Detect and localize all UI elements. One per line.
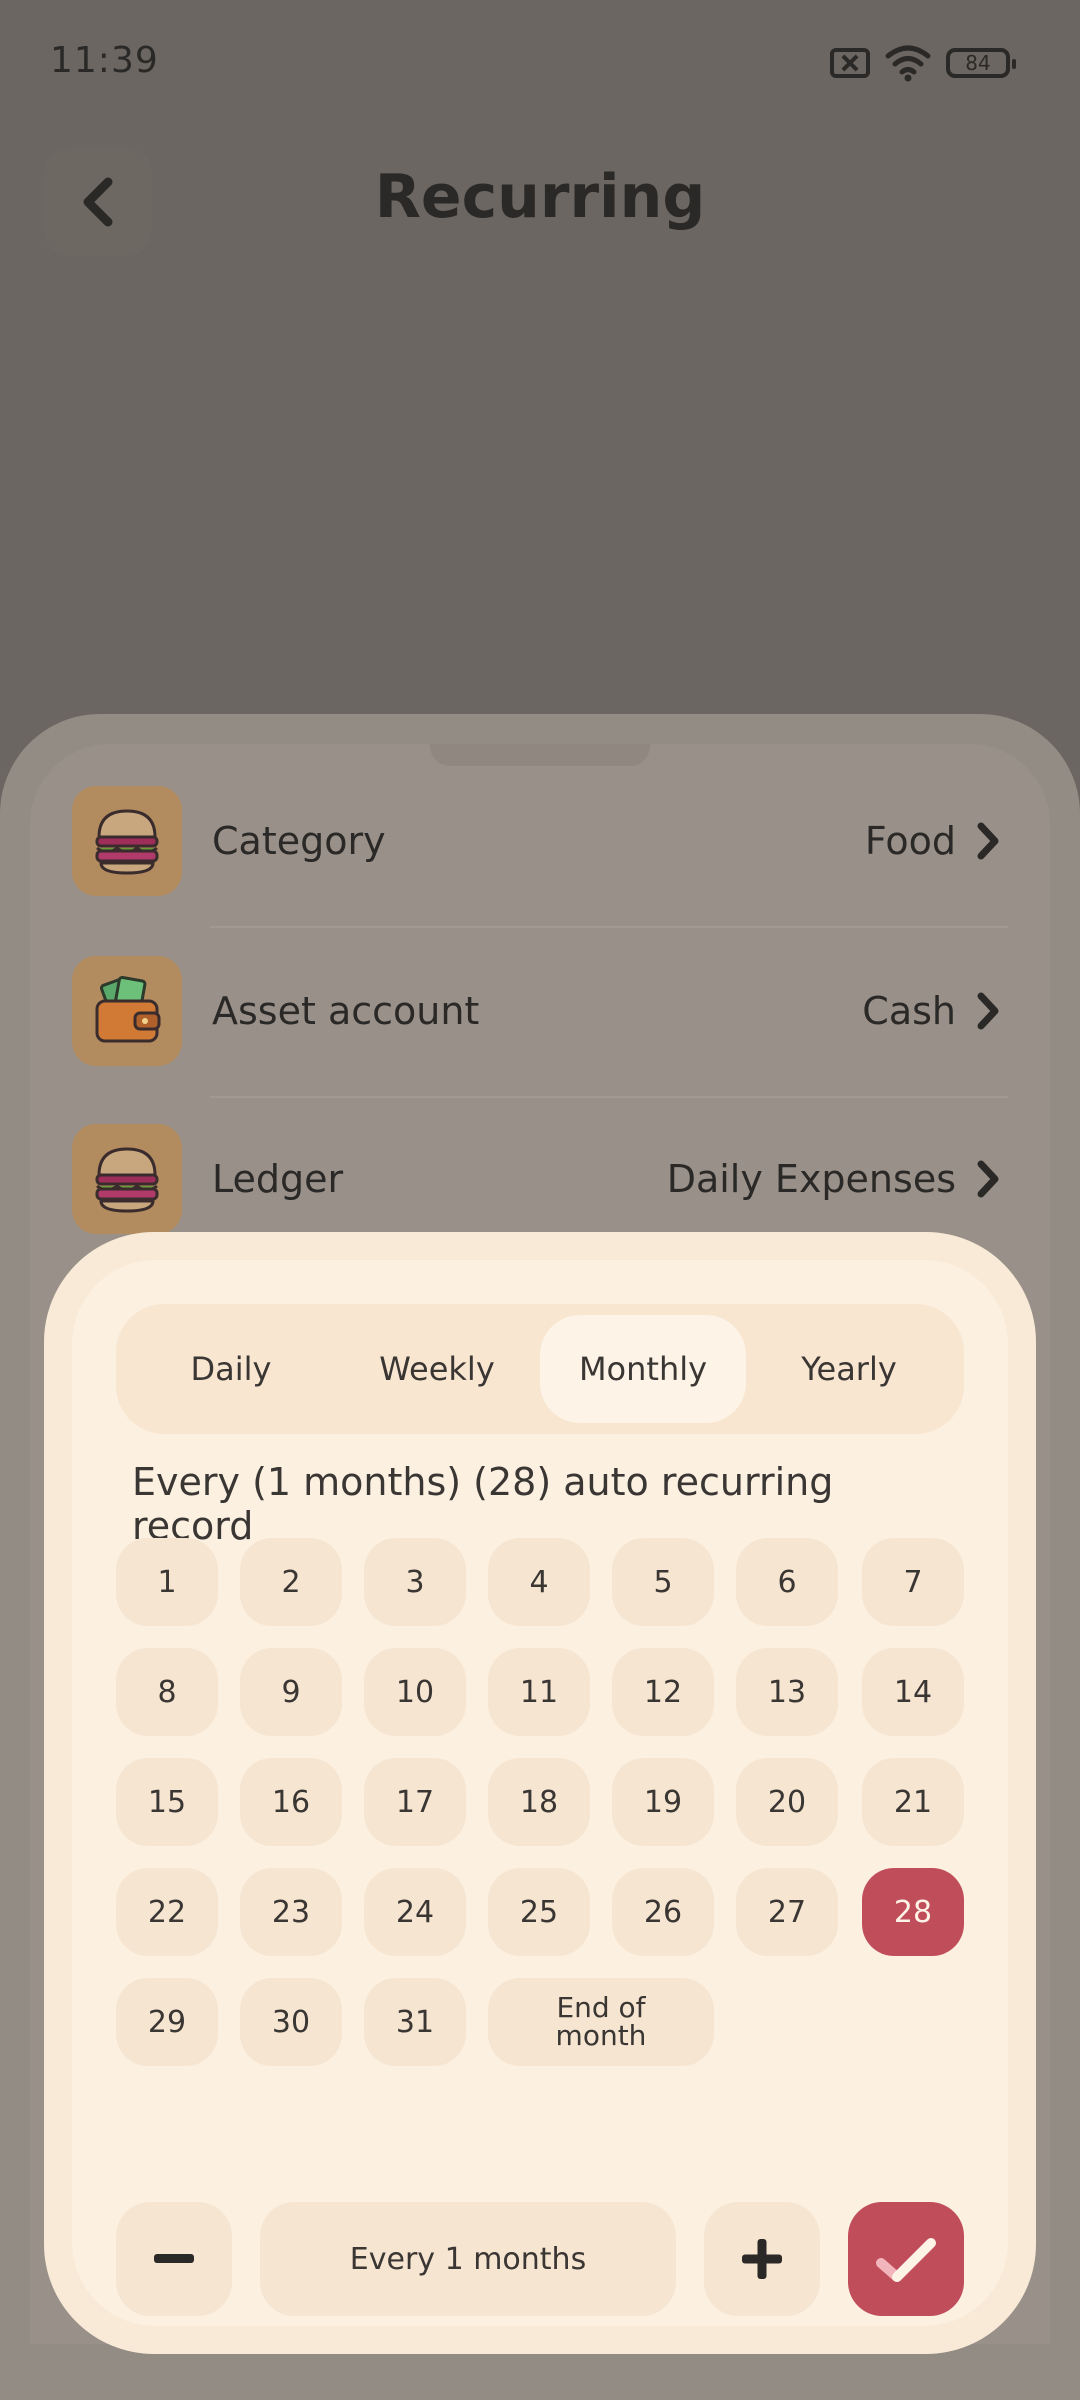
day-button-19[interactable]: 19 (612, 1758, 714, 1846)
day-button-28-selected[interactable]: 28 (862, 1868, 964, 1956)
wifi-icon (885, 45, 931, 82)
day-button-22[interactable]: 22 (116, 1868, 218, 1956)
ledger-value: Daily Expenses (666, 1157, 956, 1201)
day-button-29[interactable]: 29 (116, 1978, 218, 2066)
asset-account-row[interactable]: Asset account Cash (72, 956, 1008, 1066)
no-sim-icon (830, 48, 870, 78)
ledger-label: Ledger (212, 1157, 344, 1201)
day-button-26[interactable]: 26 (612, 1868, 714, 1956)
page-title: Recurring (374, 162, 706, 232)
day-button-6[interactable]: 6 (736, 1538, 838, 1626)
day-button-21[interactable]: 21 (862, 1758, 964, 1846)
day-button-25[interactable]: 25 (488, 1868, 590, 1956)
day-button-11[interactable]: 11 (488, 1648, 590, 1736)
day-button-1[interactable]: 1 (116, 1538, 218, 1626)
interval-controls: Every 1 months (116, 2202, 964, 2316)
day-button-10[interactable]: 10 (364, 1648, 466, 1736)
day-button-23[interactable]: 23 (240, 1868, 342, 1956)
day-button-16[interactable]: 16 (240, 1758, 342, 1846)
day-button-2[interactable]: 2 (240, 1538, 342, 1626)
status-icons: 84 (830, 44, 1016, 82)
tab-weekly[interactable]: Weekly (334, 1315, 540, 1423)
category-value: Food (864, 819, 956, 863)
tab-yearly[interactable]: Yearly (746, 1315, 952, 1423)
day-button-15[interactable]: 15 (116, 1758, 218, 1846)
interval-display: Every 1 months (260, 2202, 676, 2316)
day-button-31[interactable]: 31 (364, 1978, 466, 2066)
battery-icon: 84 (946, 48, 1016, 78)
wallet-icon (72, 956, 182, 1066)
ledger-row[interactable]: Ledger Daily Expenses (72, 1124, 1008, 1234)
frequency-tabs: Daily Weekly Monthly Yearly (116, 1304, 964, 1434)
day-button-24[interactable]: 24 (364, 1868, 466, 1956)
recurrence-picker: Daily Weekly Monthly Yearly Every (1 mon… (44, 1232, 1036, 2354)
checkmark-icon (876, 2238, 936, 2282)
day-button-18[interactable]: 18 (488, 1758, 590, 1846)
plus-icon (742, 2239, 782, 2279)
chevron-right-icon (968, 1159, 1008, 1199)
asset-account-value: Cash (862, 989, 956, 1033)
asset-account-label: Asset account (212, 989, 480, 1033)
category-label: Category (212, 819, 386, 863)
day-button-8[interactable]: 8 (116, 1648, 218, 1736)
day-button-30[interactable]: 30 (240, 1978, 342, 2066)
day-button-5[interactable]: 5 (612, 1538, 714, 1626)
day-button-14[interactable]: 14 (862, 1648, 964, 1736)
status-time: 11:39 (50, 40, 159, 81)
chevron-right-icon (968, 991, 1008, 1031)
increase-interval-button[interactable] (704, 2202, 820, 2316)
end-of-month-line1: End of (556, 1991, 646, 2024)
recurrence-picker-panel: Daily Weekly Monthly Yearly Every (1 mon… (72, 1260, 1008, 2326)
day-button-27[interactable]: 27 (736, 1868, 838, 1956)
day-button-4[interactable]: 4 (488, 1538, 590, 1626)
confirm-button[interactable] (848, 2202, 964, 2316)
end-of-month-button[interactable]: End of month (488, 1978, 714, 2066)
status-bar: 11:39 84 (0, 0, 1080, 120)
day-button-7[interactable]: 7 (862, 1538, 964, 1626)
day-button-17[interactable]: 17 (364, 1758, 466, 1846)
row-divider (210, 1096, 1008, 1098)
chevron-right-icon (968, 821, 1008, 861)
tab-monthly[interactable]: Monthly (540, 1315, 746, 1423)
sheet-handle[interactable] (430, 744, 650, 766)
end-of-month-line2: month (555, 2019, 647, 2052)
burger-icon (72, 786, 182, 896)
day-button-13[interactable]: 13 (736, 1648, 838, 1736)
day-button-3[interactable]: 3 (364, 1538, 466, 1626)
tab-daily[interactable]: Daily (128, 1315, 334, 1423)
burger-icon (72, 1124, 182, 1234)
day-button-12[interactable]: 12 (612, 1648, 714, 1736)
day-button-20[interactable]: 20 (736, 1758, 838, 1846)
row-divider (210, 926, 1008, 928)
category-row[interactable]: Category Food (72, 786, 1008, 896)
minus-icon (154, 2254, 194, 2263)
recurrence-summary: Every (1 months) (28) auto recurring rec… (132, 1460, 834, 1548)
decrease-interval-button[interactable] (116, 2202, 232, 2316)
day-button-9[interactable]: 9 (240, 1648, 342, 1736)
